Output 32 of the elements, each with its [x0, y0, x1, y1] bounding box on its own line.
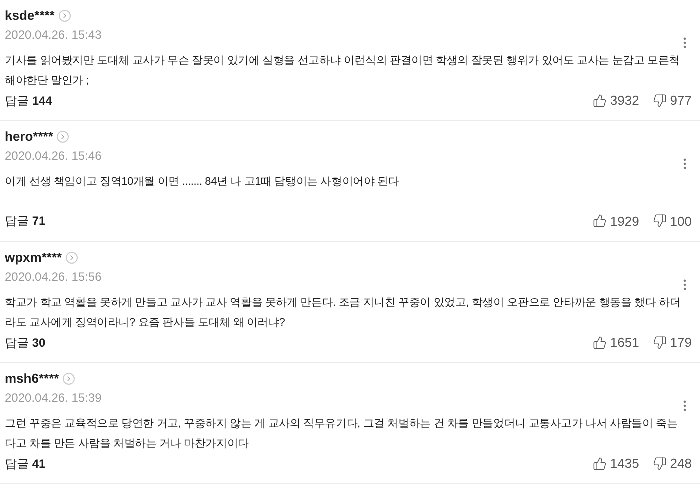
username[interactable]: hero**** — [5, 127, 54, 146]
thumbs-down-icon — [653, 214, 668, 228]
thumbs-down-icon — [653, 336, 668, 350]
comment-date: 2020.04.26. 15:46 — [5, 148, 103, 164]
comment-text: 학교가 학교 역활을 못하게 만들고 교사가 교사 역활을 못하게 만든다. 조금 지니친 꾸중이 있었고, 학생이 오판으로 안타까운 행동을 했다 하더라도 교사에게 징역이라니? 요즘 판사들 도대체 왜 이러냐? — [5, 296, 682, 331]
username[interactable]: ksde**** — [5, 6, 55, 26]
comment-date: 2020.04.26. 15:56 — [5, 268, 103, 286]
comment-text: 기사를 읽어봤지만 도대체 교사가 무슨 잘못이 있기에 실형을 선고하냐 이런식의 판결이면 학생의 잘못된 행위가 있어도 교사는 눈감고 모른척 해야한단 말인가 ; — [5, 54, 681, 89]
thumbs-up-icon — [593, 94, 608, 108]
thumbs-down-icon — [653, 456, 668, 471]
reply-count[interactable]: 답글 144 — [5, 92, 52, 110]
comment-date: 2020.04.26. 15:43 — [5, 26, 103, 44]
username[interactable]: msh6**** — [5, 369, 60, 388]
dislike-button[interactable]: 100 — [653, 212, 692, 231]
comment-text: 그런 꾸중은 교육적으로 당연한 거고, 꾸중하지 않는 게 교사의 직무유기다, 그걸 처벌하는 건 차를 만들었더니 교통사고가 나서 사람들이 죽는다고 차를 만든 사람을 처벌하는 거나 마찬가지이다 — [5, 417, 679, 452]
like-button[interactable]: 3932 — [593, 91, 640, 110]
dislike-button[interactable]: 179 — [653, 333, 692, 352]
like-button[interactable]: 1435 — [593, 454, 640, 474]
comment-text: 이게 선생 책임이고 징역10개월 이면 ....... 84년 나 고1때 담탱이는 사형이어야 된다 — [5, 175, 400, 190]
username[interactable]: wpxm**** — [5, 248, 62, 268]
reply-count[interactable]: 답글 71 — [5, 212, 46, 230]
dislike-button[interactable]: 248 — [653, 454, 692, 474]
like-button[interactable]: 1929 — [593, 212, 640, 231]
thumbs-up-icon — [593, 214, 608, 228]
thumbs-down-icon — [653, 94, 668, 108]
reply-count[interactable]: 답글 30 — [5, 334, 46, 352]
reply-count[interactable]: 답글 41 — [5, 454, 46, 473]
thumbs-up-icon — [593, 336, 608, 350]
comment-date: 2020.04.26. 15:39 — [5, 390, 103, 406]
like-button[interactable]: 1651 — [593, 333, 640, 352]
dislike-button[interactable]: 977 — [653, 91, 692, 110]
thumbs-up-icon — [593, 456, 608, 471]
